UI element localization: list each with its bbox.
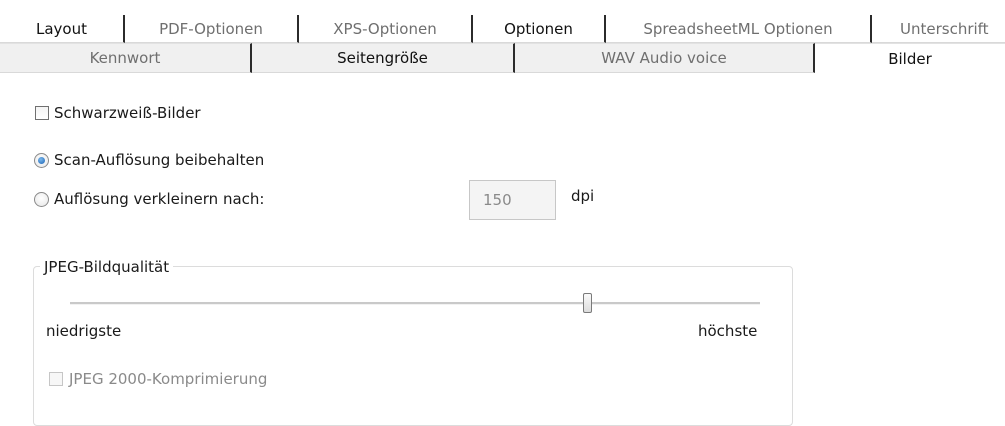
- tab-spreadsheetml-options[interactable]: SpreadsheetML Optionen: [606, 15, 872, 43]
- dpi-unit-label: dpi: [571, 187, 595, 205]
- jpeg2000-label: JPEG 2000-Komprimierung: [69, 370, 268, 388]
- tab-row-primary: Layout PDF-Optionen XPS-Optionen Optione…: [0, 15, 1005, 43]
- tab-password[interactable]: Kennwort: [0, 43, 252, 73]
- tab-page-size[interactable]: Seitengröße: [252, 43, 515, 73]
- tab-pdf-options-label: PDF-Optionen: [159, 19, 263, 38]
- tab-signature[interactable]: Unterschrift: [872, 15, 1005, 43]
- tab-wav-audio-voice-label: WAV Audio voice: [601, 49, 727, 67]
- tab-layout-label: Layout: [36, 19, 87, 38]
- tab-wav-audio-voice[interactable]: WAV Audio voice: [515, 43, 815, 73]
- tab-signature-label: Unterschrift: [900, 19, 989, 38]
- slider-max-label: höchste: [698, 322, 758, 340]
- downsample-radio[interactable]: [34, 192, 49, 207]
- tab-options[interactable]: Optionen: [473, 15, 606, 43]
- slider-min-label: niedrigste: [46, 322, 122, 340]
- dpi-input[interactable]: [469, 180, 556, 220]
- tab-images-label: Bilder: [888, 49, 932, 68]
- tab-xps-options[interactable]: XPS-Optionen: [299, 15, 473, 43]
- jpeg2000-checkbox[interactable]: [49, 372, 63, 386]
- grayscale-label: Schwarzweiß-Bilder: [54, 104, 201, 122]
- jpeg-quality-slider-track[interactable]: [70, 302, 760, 305]
- downsample-label: Auflösung verkleinern nach:: [54, 190, 265, 208]
- tab-options-label: Optionen: [504, 19, 573, 38]
- tab-layout[interactable]: Layout: [0, 15, 125, 43]
- tab-pdf-options[interactable]: PDF-Optionen: [125, 15, 299, 43]
- jpeg-quality-group: [33, 266, 793, 426]
- jpeg-quality-slider-thumb[interactable]: [583, 293, 592, 313]
- jpeg-quality-group-title: JPEG-Bildqualität: [40, 258, 174, 276]
- tab-password-label: Kennwort: [89, 49, 161, 67]
- keep-resolution-radio[interactable]: [34, 153, 49, 168]
- grayscale-checkbox[interactable]: [35, 106, 49, 120]
- tab-images[interactable]: Bilder: [815, 43, 1005, 73]
- tab-row-secondary: Kennwort Seitengröße WAV Audio voice Bil…: [0, 43, 1005, 73]
- tab-spreadsheetml-options-label: SpreadsheetML Optionen: [643, 19, 833, 38]
- tab-xps-options-label: XPS-Optionen: [333, 19, 437, 38]
- keep-resolution-label: Scan-Auflösung beibehalten: [54, 151, 265, 169]
- tab-page-size-label: Seitengröße: [337, 49, 428, 67]
